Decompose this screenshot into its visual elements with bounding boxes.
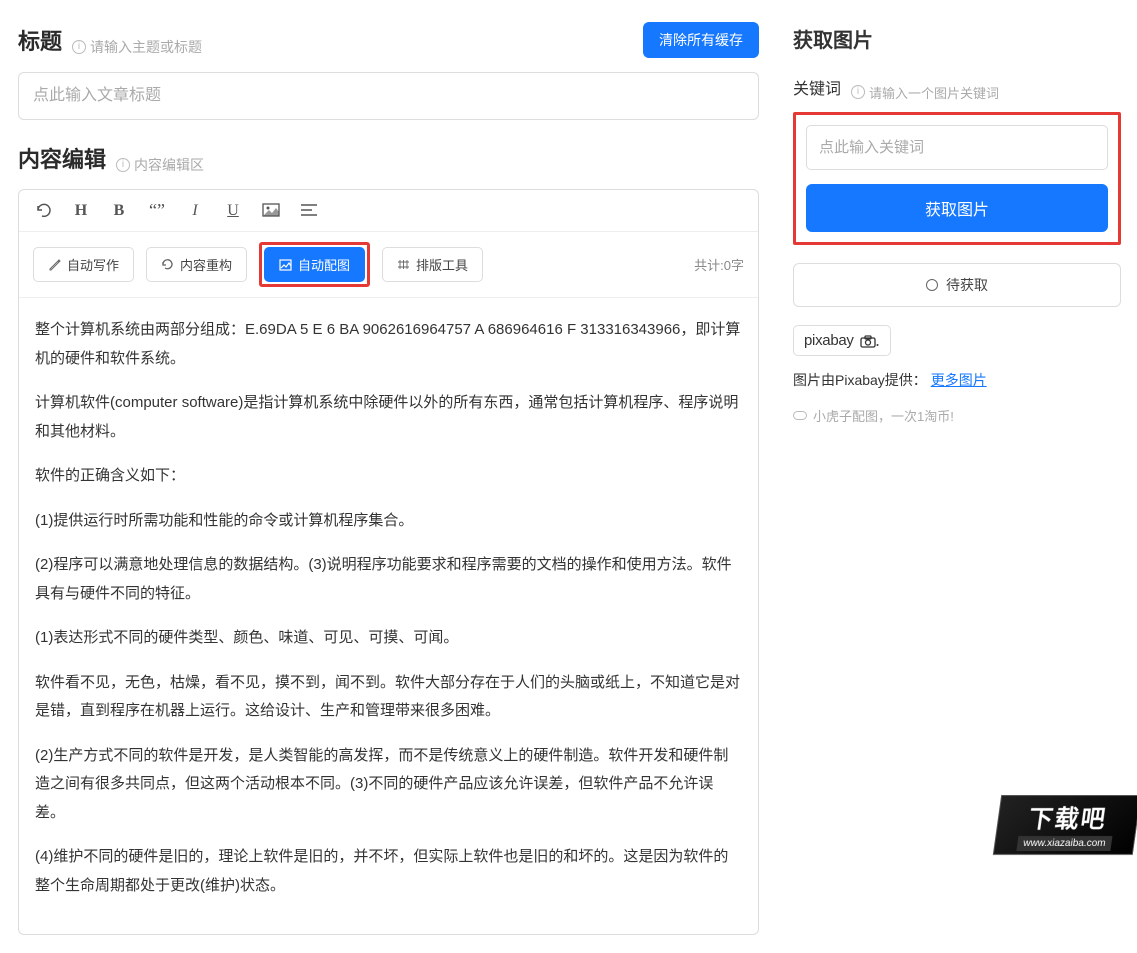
credit-row: 图片由Pixabay提供： 更多图片 [793,370,1121,390]
title-heading: 标题 [18,24,62,56]
paragraph: 软件看不见，无色，枯燥，看不见，摸不到，闻不到。软件大部分存在于人们的头脑或纸上… [35,669,742,726]
word-count: 共计:0字 [694,255,744,274]
paragraph: 计算机软件(computer software)是指计算机系统中除硬件以外的所有… [35,389,742,446]
footer-note: 小虎子配图，一次1淘币! [793,406,1121,425]
status-circle-icon [926,279,938,291]
content-rebuild-button[interactable]: 内容重构 [146,247,247,282]
align-icon[interactable] [299,202,319,220]
editor-content[interactable]: 整个计算机系统由两部分组成：E.69DA 5 E 6 BA 9062616964… [19,298,758,934]
picture-icon [279,259,292,271]
info-icon: i [851,85,865,99]
info-icon: i [72,40,86,54]
layout-icon [397,258,410,271]
auto-image-highlight: 自动配图 [259,242,370,287]
action-toolbar: 自动写作 内容重构 自动配图 排版工具 共计:0字 [19,232,758,298]
auto-image-button[interactable]: 自动配图 [264,247,365,282]
paragraph: (1)表达形式不同的硬件类型、颜色、味道、可见、可摸、可闻。 [35,624,742,653]
editor-box: H B “” I U 自动写作 内容重构 [18,189,759,935]
watermark: 下载吧 www.xiazaiba.com [993,795,1137,855]
paragraph: (1)提供运行时所需功能和性能的命令或计算机程序集合。 [35,507,742,536]
underline-icon[interactable]: U [223,202,243,220]
pencil-icon [48,258,61,271]
sidebar-heading: 获取图片 [793,24,1121,53]
keyword-label: 关键词 [793,75,841,99]
keyword-box-highlight: 获取图片 [793,112,1121,245]
article-title-input[interactable] [18,72,759,120]
keyword-input[interactable] [806,125,1108,170]
format-toolbar: H B “” I U [19,190,758,232]
more-images-link[interactable]: 更多图片 [931,372,987,388]
auto-write-button[interactable]: 自动写作 [33,247,134,282]
paragraph: (2)程序可以满意地处理信息的数据结构。(3)说明程序功能要求和程序需要的文档的… [35,551,742,608]
content-hint: i 内容编辑区 [116,155,204,175]
fetch-image-button[interactable]: 获取图片 [806,184,1108,232]
title-hint: i 请输入主题或标题 [72,37,202,57]
paragraph: 软件的正确含义如下： [35,462,742,491]
image-icon[interactable] [261,202,281,220]
heading-icon[interactable]: H [71,202,91,220]
keyword-label-row: 关键词 i 请输入一个图片关键词 [793,75,1121,102]
title-section-header: 标题 i 请输入主题或标题 清除所有缓存 [18,22,759,58]
layout-tool-button[interactable]: 排版工具 [382,247,483,282]
italic-icon[interactable]: I [185,202,205,220]
quote-icon[interactable]: “” [147,200,167,221]
pixabay-badge: pixabay [793,325,891,356]
clear-cache-button[interactable]: 清除所有缓存 [643,22,759,58]
paragraph: (2)生产方式不同的软件是开发，是人类智能的高发挥，而不是传统意义上的硬件制造。… [35,742,742,828]
cloud-icon [793,411,807,420]
keyword-hint: i 请输入一个图片关键词 [851,83,999,102]
refresh-icon [161,258,174,271]
bold-icon[interactable]: B [109,202,129,220]
content-heading: 内容编辑 [18,142,106,174]
status-button[interactable]: 待获取 [793,263,1121,307]
paragraph: (4)维护不同的硬件是旧的，理论上软件是旧的，并不坏，但实际上软件也是旧的和坏的… [35,843,742,900]
content-section-header: 内容编辑 i 内容编辑区 [18,142,759,175]
camera-icon [860,332,880,348]
undo-icon[interactable] [33,202,53,220]
paragraph: 整个计算机系统由两部分组成：E.69DA 5 E 6 BA 9062616964… [35,316,742,373]
info-icon: i [116,158,130,172]
